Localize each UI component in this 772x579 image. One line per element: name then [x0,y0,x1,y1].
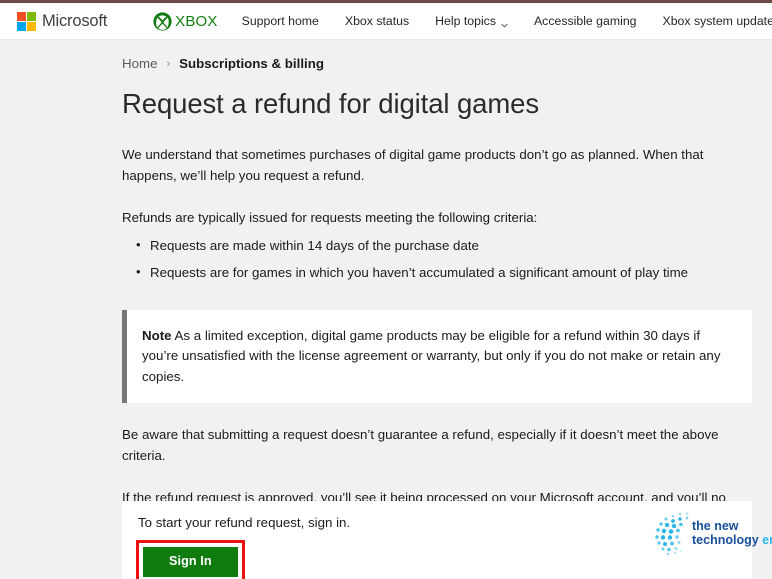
nav-item-xbox-status[interactable]: Xbox status [345,10,409,32]
watermark-era: era [762,533,772,547]
signin-button-highlight: Sign In [136,540,245,579]
nav-item-xbox-system-updates[interactable]: Xbox system updates [663,10,772,32]
criteria-list: Requests are made within 14 days of the … [122,235,752,284]
nav-item-help-topics[interactable]: Help topics [435,10,508,32]
signin-card: To start your refund request, sign in. S… [122,501,752,579]
microsoft-square-blue [17,21,26,31]
microsoft-square-red [17,11,26,21]
sign-in-button[interactable]: Sign In [143,547,238,577]
nav-item-support-home[interactable]: Support home [242,10,319,32]
nav-label: Accessible gaming [533,14,637,28]
microsoft-square-green [27,11,36,21]
note-label: Note [142,327,172,343]
microsoft-logo-icon [17,11,36,31]
guarantee-paragraph: Be aware that submitting a request doesn… [122,427,719,463]
breadcrumb-item-current: Subscriptions & billing [179,56,324,71]
list-item: Requests are made within 14 days of the … [136,235,752,257]
nav-label: Support home [241,14,319,28]
nav-item-accessible-gaming[interactable]: Accessible gaming [534,10,637,32]
list-item: Requests are for games in which you have… [136,262,752,284]
criteria-intro-paragraph: Refunds are typically issued for request… [122,210,538,225]
microsoft-wordmark: Microsoft [42,11,108,30]
nav-label: Xbox system updates [662,14,772,28]
breadcrumb-item-home[interactable]: Home [122,56,157,71]
signin-prompt: To start your refund request, sign in. [138,515,351,530]
note-callout: Note As a limited exception, digital gam… [122,309,752,403]
chevron-down-icon [501,18,508,27]
note-text: As a limited exception, digital game pro… [142,327,721,384]
nav-label: Help topics [435,14,496,28]
xbox-sphere-icon [153,11,172,31]
breadcrumb-separator-icon: › [166,57,171,70]
microsoft-square-yellow [27,21,36,31]
xbox-logo-link[interactable]: XBOX [153,11,218,31]
note-paragraph: Note As a limited exception, digital gam… [142,326,734,388]
microsoft-logo-link[interactable]: Microsoft [17,11,108,31]
page-root: Microsoft XBOX Support home Xbox status [0,0,772,579]
breadcrumb: Home › Subscriptions & billing [122,56,324,71]
site-header: Microsoft XBOX Support home Xbox status [0,3,772,40]
xbox-wordmark: XBOX [175,12,218,30]
primary-nav: Support home Xbox status Help topics Acc… [242,10,772,32]
page-title: Request a refund for digital games [122,88,539,119]
intro-paragraph: We understand that sometimes purchases o… [122,147,704,183]
nav-label: Xbox status [344,14,410,28]
